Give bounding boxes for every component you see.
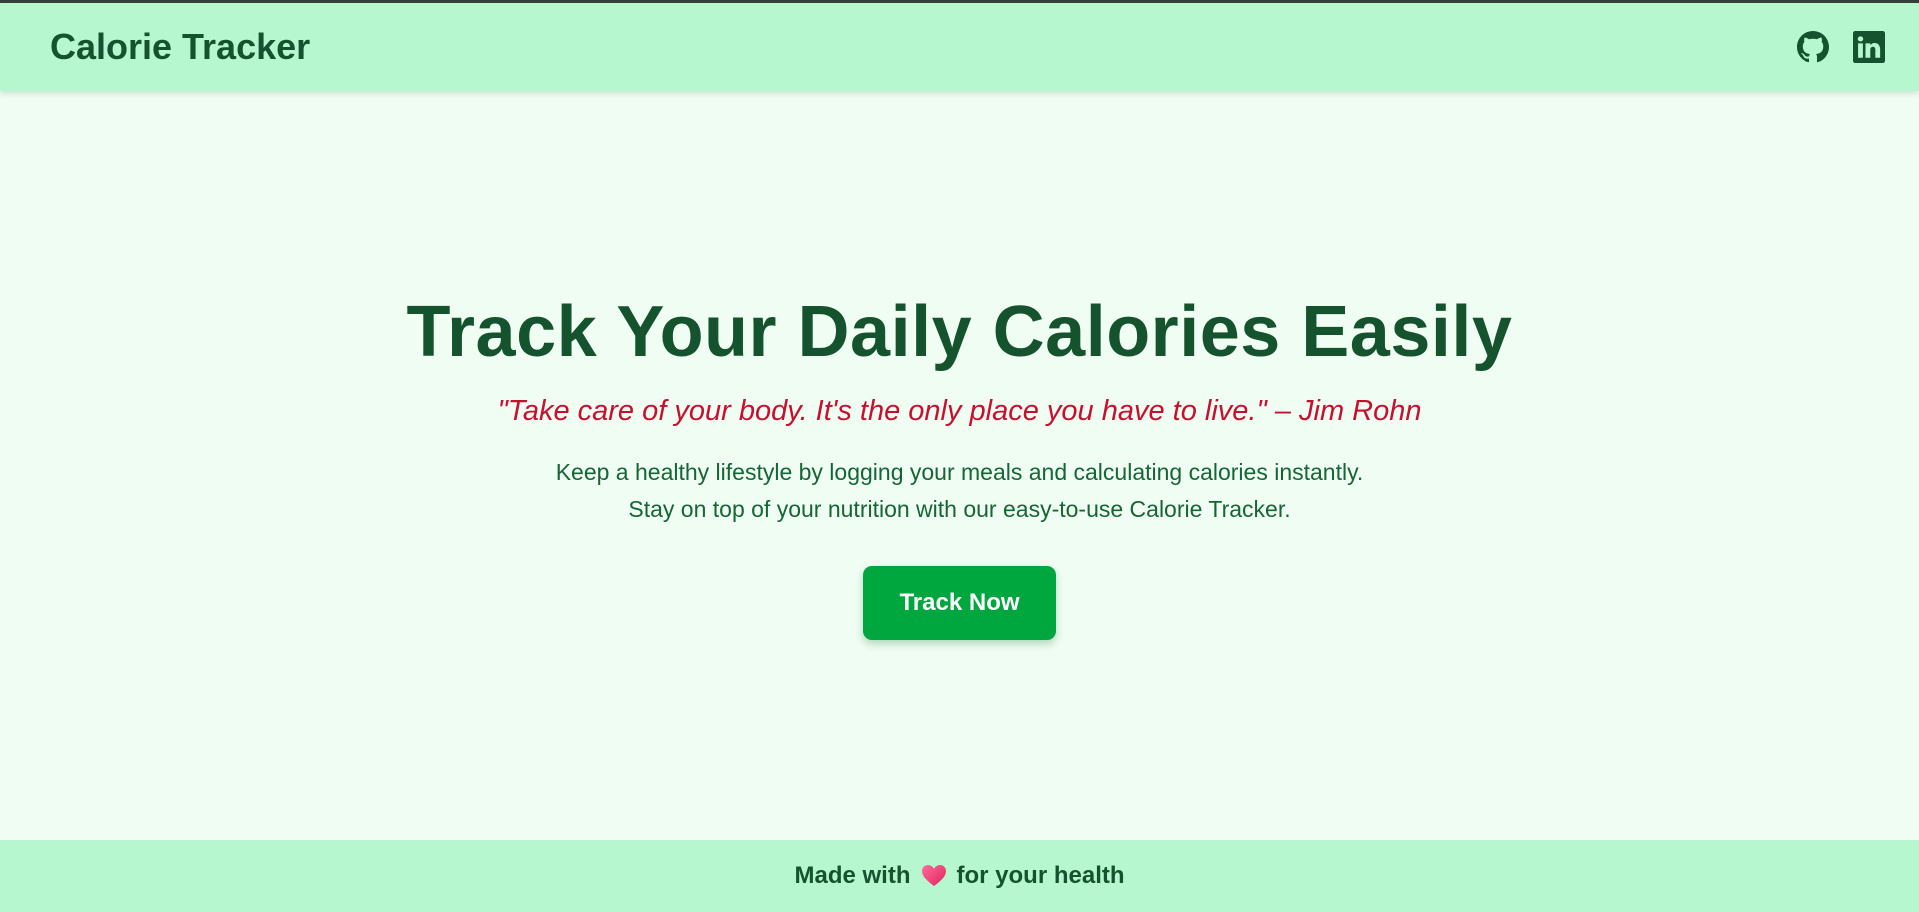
footer-text-before: Made with [794,862,911,889]
brand-logo[interactable]: Calorie Tracker [50,26,310,68]
hero-section: Track Your Daily Calories Easily "Take c… [0,91,1919,840]
navbar: Calorie Tracker [0,3,1919,91]
track-now-button[interactable]: Track Now [863,566,1056,640]
heart-icon [921,865,946,886]
github-icon[interactable] [1797,31,1829,63]
hero-description-line-2: Stay on top of your nutrition with our e… [628,496,1291,522]
linkedin-icon[interactable] [1853,31,1885,63]
footer: Made with for your health [0,840,1919,912]
hero-title: Track Your Daily Calories Easily [406,292,1513,372]
social-links [1797,31,1885,63]
footer-text-after: for your health [956,862,1125,889]
hero-description-line-1: Keep a healthy lifestyle by logging your… [555,459,1364,485]
hero-quote: "Take care of your body. It's the only p… [497,395,1422,427]
hero-description: Keep a healthy lifestyle by logging your… [556,454,1364,528]
